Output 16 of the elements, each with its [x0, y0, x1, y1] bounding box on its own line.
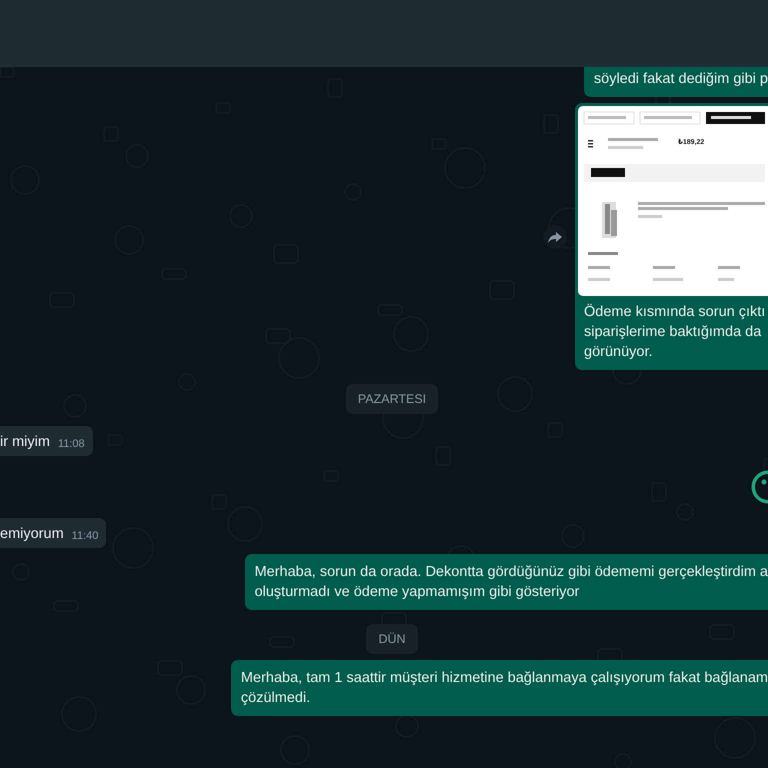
message-text: Merhaba, sorun da orada. Dekontta gördüğünüz gibi ödememi gerçekleştirdim a — [254, 563, 768, 582]
message-text: emiyorum — [0, 526, 64, 542]
message-text: söyledi fakat dediğim gibi p — [594, 70, 768, 89]
message-text: görünüyor. — [584, 343, 654, 362]
message-text: Merhaba, tam 1 saattir müşteri hizmetine bağlanmaya çalışıyorum fakat bağlanam — [240, 669, 768, 688]
message-text: oluşturmadı ve ödeme yapmamışım gibi gösteriyor — [254, 583, 580, 602]
date-label: DÜN — [366, 624, 418, 654]
sticker-icon — [752, 470, 768, 504]
message-text: çözülmedi. — [240, 689, 312, 708]
date-label: PAZARTESI — [346, 384, 438, 414]
message-text: siparişlerime baktığımda da — [584, 323, 762, 342]
message-time: 11:08 — [58, 438, 85, 450]
message-text: Ödeme kısmında sorun çıktı — [584, 302, 766, 322]
message-time: 11:40 — [72, 530, 98, 542]
forward-icon[interactable] — [543, 224, 567, 248]
message-text: ir miyim — [0, 434, 50, 450]
